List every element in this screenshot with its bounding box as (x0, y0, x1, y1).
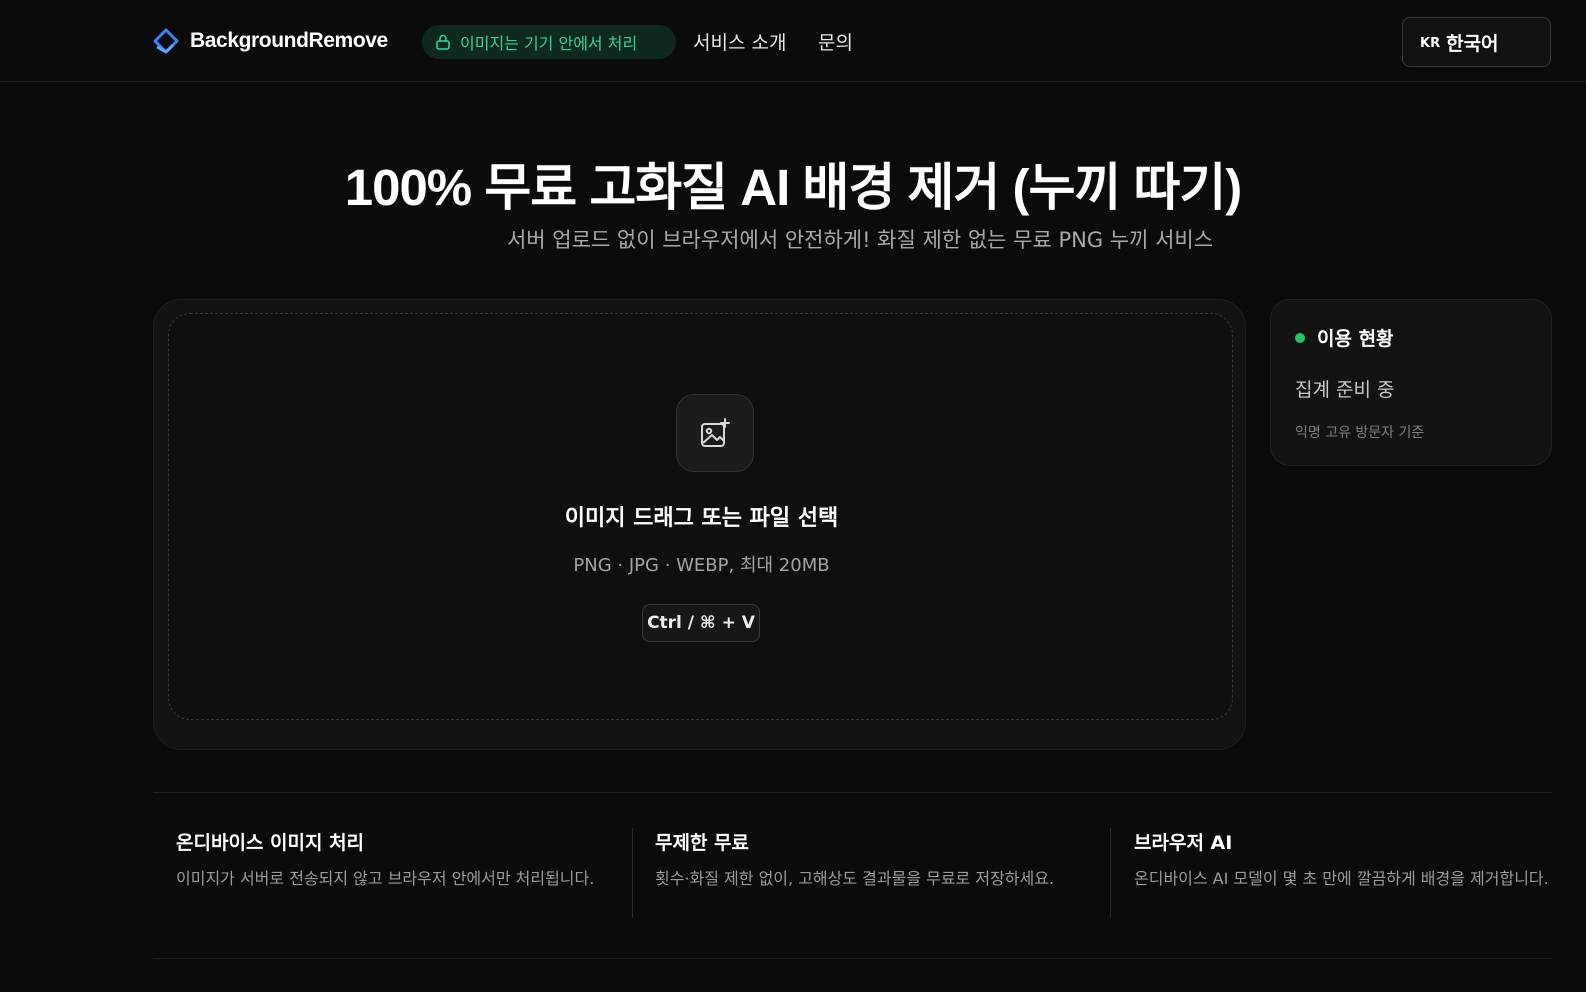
image-plus-icon (701, 418, 730, 447)
feature-unlimited-free: 무제한 무료 횟수·화질 제한 없이, 고해상도 결과물을 무료로 저장하세요. (655, 828, 1095, 893)
top-navigation-bar: BackgroundRemove 이미지는 기기 안에서 처리 서비스 소개 문… (0, 0, 1586, 82)
usage-stats-card: 이용 현황 집계 준비 중 익명 고유 방문자 기준 (1270, 299, 1552, 466)
usage-stats-note: 익명 고유 방문자 기준 (1295, 425, 1425, 441)
page-title: 100% 무료 고화질 AI 배경 제거 (누끼 따기) (344, 159, 1243, 216)
brand-logo-link[interactable]: BackgroundRemove (152, 26, 388, 56)
language-label: 한국어 (1446, 32, 1499, 55)
language-code: KR (1420, 36, 1441, 51)
feature-title: 브라우저 AI (1134, 832, 1233, 854)
feature-description: 온디바이스 AI 모델이 몇 초 만에 깔끔하게 배경을 제거합니다. (1134, 869, 1549, 888)
upload-card: 이미지 드래그 또는 파일 선택 PNG · JPG · WEBP, 최대 20… (153, 299, 1246, 750)
section-divider (153, 958, 1552, 959)
privacy-badge-label: 이미지는 기기 안에서 처리 (460, 34, 638, 53)
page-subtitle: 서버 업로드 없이 브라우저에서 안전하게! 화질 제한 없는 무료 PNG 누… (506, 228, 1214, 252)
feature-on-device: 온디바이스 이미지 처리 이미지가 서버로 전송되지 않고 브라우저 안에서만 … (176, 828, 616, 893)
section-divider (153, 792, 1552, 793)
upload-icon-button[interactable] (676, 394, 754, 472)
usage-stats-status: 집계 준비 중 (1295, 379, 1395, 401)
nav-link-about[interactable]: 서비스 소개 (693, 28, 786, 55)
nav-link-contact[interactable]: 문의 (818, 28, 853, 55)
privacy-badge: 이미지는 기기 안에서 처리 (422, 25, 676, 59)
feature-description: 횟수·화질 제한 없이, 고해상도 결과물을 무료로 저장하세요. (655, 869, 1055, 888)
image-dropzone[interactable]: 이미지 드래그 또는 파일 선택 PNG · JPG · WEBP, 최대 20… (168, 313, 1233, 720)
feature-title: 무제한 무료 (655, 832, 750, 854)
dropzone-title: 이미지 드래그 또는 파일 선택 (564, 506, 839, 531)
feature-separator (632, 828, 633, 918)
status-dot (1295, 332, 1305, 343)
eraser-diamond-icon (153, 28, 179, 54)
feature-browser-ai: 브라우저 AI 온디바이스 AI 모델이 몇 초 만에 깔끔하게 배경을 제거합… (1134, 828, 1564, 893)
usage-stats-title: 이용 현황 (1317, 328, 1394, 350)
feature-separator (1110, 828, 1111, 918)
lock-icon (436, 34, 450, 50)
language-selector-button[interactable]: KR 한국어 (1402, 17, 1551, 67)
brand-name: BackgroundRemove (190, 29, 388, 52)
paste-shortcut-chip: Ctrl / ⌘ + V (642, 604, 760, 642)
dropzone-formats: PNG · JPG · WEBP, 최대 20MB (573, 555, 830, 576)
feature-description: 이미지가 서버로 전송되지 않고 브라우저 안에서만 처리됩니다. (176, 869, 595, 888)
usage-stats-header: 이용 현황 (1295, 324, 1394, 351)
feature-title: 온디바이스 이미지 처리 (176, 832, 365, 854)
